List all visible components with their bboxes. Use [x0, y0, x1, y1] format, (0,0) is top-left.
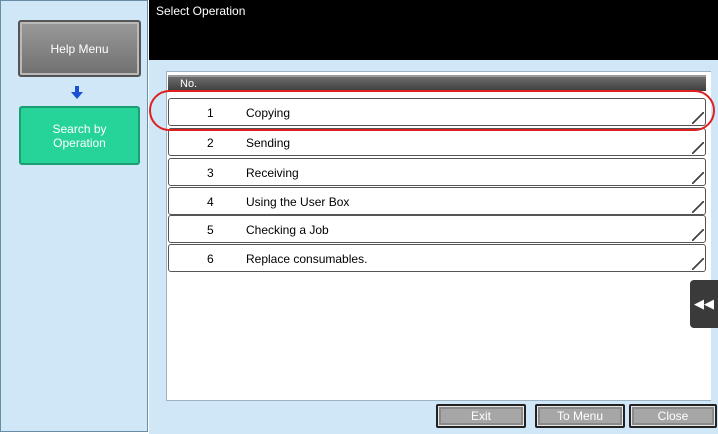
collapse-panel-tab[interactable]: ◀◀	[690, 280, 718, 328]
row-number: 6	[207, 252, 214, 266]
row-label: Using the User Box	[246, 195, 350, 209]
list-item-receiving[interactable]: 3 Receiving	[168, 158, 706, 186]
page-title: Select Operation	[156, 4, 246, 18]
title-bar: Select Operation	[149, 0, 718, 60]
left-panel: Help Menu Search by Operation	[0, 0, 148, 432]
exit-button[interactable]: Exit	[436, 404, 526, 428]
close-button-label: Close	[657, 409, 689, 423]
help-menu-label: Help Menu	[50, 41, 109, 56]
list-item-replace-consumables[interactable]: 6 Replace consumables.	[168, 244, 706, 272]
to-menu-button[interactable]: To Menu	[535, 404, 625, 428]
search-by-operation-button[interactable]: Search by Operation	[19, 106, 140, 165]
list-header-number: No.	[180, 78, 198, 90]
row-number: 2	[207, 136, 214, 150]
list-header: No.	[168, 75, 706, 91]
row-number: 4	[207, 195, 214, 209]
list-item-user-box[interactable]: 4 Using the User Box	[168, 187, 706, 215]
row-label: Replace consumables.	[246, 252, 368, 266]
help-menu-button[interactable]: Help Menu	[18, 20, 141, 77]
row-label: Checking a Job	[246, 223, 329, 237]
double-left-arrow-icon: ◀◀	[694, 296, 714, 311]
row-label: Sending	[246, 136, 291, 150]
highlight-annotation	[149, 90, 715, 131]
to-menu-button-label: To Menu	[556, 409, 604, 423]
main-panel: No. 1 Copying 2 Sending 3 Receiving 4 Us…	[149, 60, 718, 434]
close-button[interactable]: Close	[629, 404, 717, 428]
search-by-operation-label: Search by Operation	[52, 121, 107, 150]
list-item-checking-job[interactable]: 5 Checking a Job	[168, 215, 706, 243]
row-number: 3	[207, 166, 214, 180]
row-label: Receiving	[246, 166, 299, 180]
down-arrow-icon	[71, 86, 83, 99]
exit-button-label: Exit	[470, 409, 491, 423]
list-item-sending[interactable]: 2 Sending	[168, 128, 706, 156]
row-number: 5	[207, 223, 214, 237]
